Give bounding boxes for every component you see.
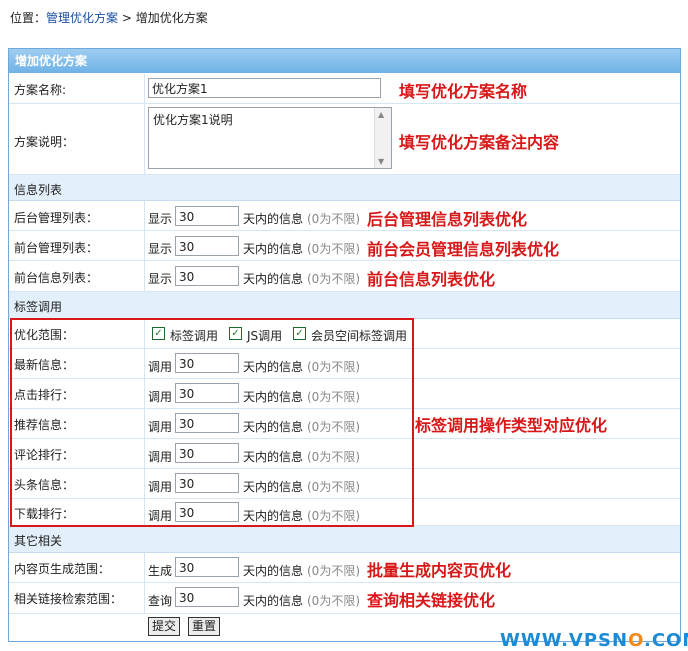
- panel-title-bar: 增加优化方案: [9, 49, 680, 73]
- other-row-label: 内容页生成范围：: [14, 562, 111, 576]
- breadcrumb-prefix: 位置：: [10, 11, 47, 25]
- scroll-up-icon[interactable]: ▲: [378, 110, 384, 119]
- info-row-note: 前台信息列表优化: [367, 270, 496, 289]
- other-row-note: 批量生成内容页优化: [367, 561, 512, 580]
- plan-desc-label: 方案说明：: [14, 135, 75, 149]
- info-row-days-input[interactable]: 30: [175, 236, 239, 256]
- info-row-label: 后台管理列表：: [14, 211, 99, 225]
- scroll-down-icon[interactable]: ▼: [378, 157, 384, 166]
- breadcrumb-separator: >: [118, 11, 136, 25]
- other-row-days-input[interactable]: 30: [175, 557, 239, 577]
- other-row-verb: 查询: [148, 594, 173, 608]
- section-tag-call: 标签调用: [9, 292, 680, 319]
- breadcrumb: 位置：管理优化方案 > 增加优化方案: [10, 9, 208, 26]
- info-row-label: 前台信息列表：: [14, 271, 99, 285]
- info-row-hint: (0为不限): [307, 212, 360, 226]
- panel-title: 增加优化方案: [15, 54, 88, 68]
- other-row-hint: (0为不限): [307, 564, 360, 578]
- info-row-days-input[interactable]: 30: [175, 206, 239, 226]
- watermark-pre: WWW.VPSN: [500, 630, 629, 651]
- other-row-days-input[interactable]: 30: [175, 587, 239, 607]
- info-row-verb: 显示: [148, 212, 173, 226]
- info-row-unit: 天内的信息: [243, 272, 304, 286]
- other-row-hint: (0为不限): [307, 594, 360, 608]
- plan-desc-value: 优化方案1说明: [153, 113, 233, 127]
- section-tag-call-title: 标签调用: [14, 300, 63, 314]
- breadcrumb-link-manage-plans[interactable]: 管理优化方案: [46, 11, 118, 25]
- reset-button[interactable]: 重置: [188, 617, 221, 636]
- other-row: 相关链接检索范围： 查询 30 天内的信息 (0为不限) 查询相关链接优化: [9, 583, 680, 614]
- section-info-list: 信息列表: [9, 175, 680, 201]
- other-row-note: 查询相关链接优化: [367, 591, 496, 610]
- tag-call-highlight-box: [10, 318, 414, 527]
- info-row-note: 后台管理信息列表优化: [367, 210, 528, 229]
- info-row: 前台信息列表： 显示 30 天内的信息 (0为不限) 前台信息列表优化: [9, 261, 680, 292]
- submit-button[interactable]: 提交: [148, 617, 181, 636]
- section-other-title: 其它相关: [14, 534, 63, 548]
- plan-desc-note: 填写优化方案备注内容: [399, 133, 560, 152]
- info-row: 前台管理列表： 显示 30 天内的信息 (0为不限) 前台会员管理信息列表优化: [9, 231, 680, 261]
- watermark: WWW.VPSNO.COM: [500, 630, 688, 651]
- other-row-label: 相关链接检索范围：: [14, 592, 123, 606]
- section-info-list-title: 信息列表: [14, 183, 63, 197]
- other-row: 内容页生成范围： 生成 30 天内的信息 (0为不限) 批量生成内容页优化: [9, 553, 680, 583]
- info-row-verb: 显示: [148, 242, 173, 256]
- info-row-unit: 天内的信息: [243, 212, 304, 226]
- plan-name-label: 方案名称:: [14, 83, 67, 97]
- info-row-verb: 显示: [148, 272, 173, 286]
- info-row-days-input[interactable]: 30: [175, 266, 239, 286]
- breadcrumb-current: 增加优化方案: [135, 11, 208, 25]
- info-row-hint: (0为不限): [307, 242, 360, 256]
- other-row-unit: 天内的信息: [243, 564, 304, 578]
- other-row-verb: 生成: [148, 564, 173, 578]
- info-row-hint: (0为不限): [307, 272, 360, 286]
- info-row-label: 前台管理列表：: [14, 241, 99, 255]
- textarea-scrollbar[interactable]: ▲ ▼: [374, 108, 391, 168]
- plan-name-input[interactable]: 优化方案1: [148, 78, 381, 98]
- plan-desc-textarea[interactable]: 优化方案1说明 ▲ ▼: [148, 107, 392, 169]
- plan-name-row: 方案名称: 优化方案1 填写优化方案名称: [9, 74, 680, 104]
- info-row-unit: 天内的信息: [243, 242, 304, 256]
- plan-name-note: 填写优化方案名称: [399, 82, 528, 101]
- other-row-unit: 天内的信息: [243, 594, 304, 608]
- info-row-note: 前台会员管理信息列表优化: [367, 240, 560, 259]
- watermark-o: O: [628, 630, 644, 651]
- info-row: 后台管理列表： 显示 30 天内的信息 (0为不限) 后台管理信息列表优化: [9, 201, 680, 231]
- tag-call-note: 标签调用操作类型对应优化: [415, 416, 608, 435]
- watermark-post: .COM: [644, 630, 688, 651]
- section-other: 其它相关: [9, 526, 680, 553]
